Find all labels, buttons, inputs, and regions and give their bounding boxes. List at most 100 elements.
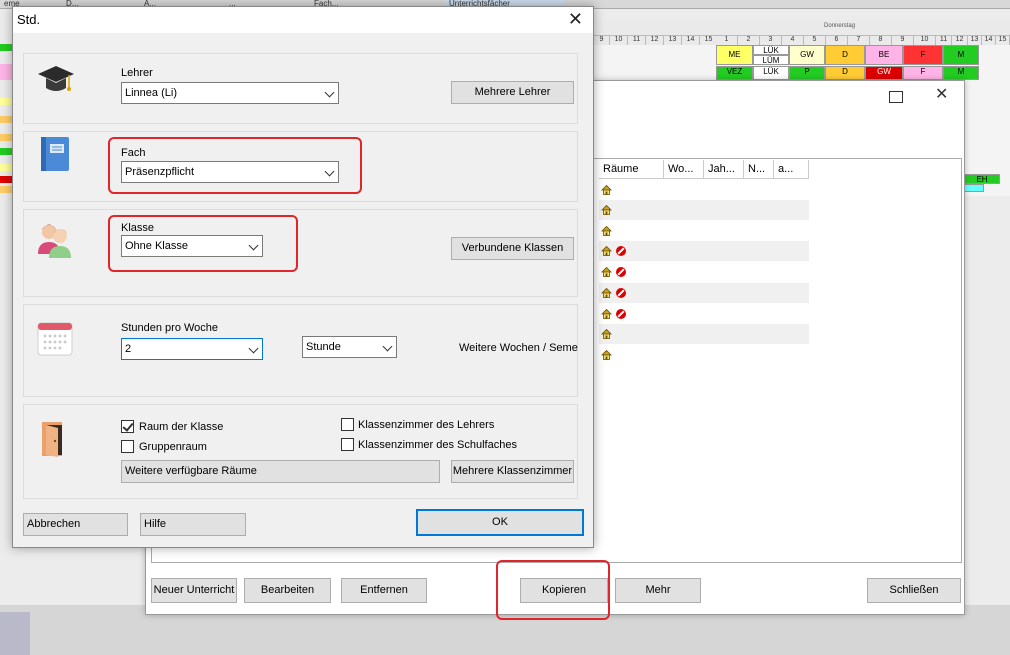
hours-value: 2 [125,343,132,355]
graduation-cap-icon [36,60,76,103]
house-icon [601,308,612,319]
teacher-label: Lehrer [121,67,153,79]
remove-button[interactable]: Entfernen [341,578,427,603]
house-icon [601,225,612,236]
bg-lesson-cell[interactable]: D [825,45,865,65]
bg-hour: 15 [996,36,1010,45]
subject-room-checkbox[interactable] [341,438,354,451]
bg-hour: 2 [738,36,760,45]
table-row[interactable] [599,345,809,365]
table-row[interactable] [599,180,809,200]
bg-lesson-cell[interactable]: VEZ [716,66,753,80]
more-rooms-button[interactable]: Weitere verfügbare Räume [121,460,440,483]
bg-lesson-cell[interactable]: M [943,45,979,65]
bg-hour: 1 [716,36,738,45]
column-header-rooms[interactable]: Räume [599,160,664,179]
door-icon [38,419,70,462]
column-header-n[interactable]: N... [744,160,774,179]
subject-room-label: Klassenzimmer des Schulfaches [358,439,517,451]
bg-lesson-cell[interactable]: F [903,66,943,80]
more-button[interactable]: Mehr [615,578,701,603]
house-icon [601,245,612,256]
house-icon [601,287,612,298]
unit-value: Stunde [306,341,341,353]
highlight-copy [496,560,610,620]
group-room-label: Gruppenraum [139,441,207,453]
chevron-down-icon [248,343,259,354]
teacher-group: Lehrer Linnea (Li) Mehrere Lehrer [23,53,578,124]
teacher-select[interactable]: Linnea (Li) [121,82,339,104]
teacher-value: Linnea (Li) [125,87,177,99]
table-row[interactable] [599,221,809,241]
bg-lesson-cell[interactable]: F [903,45,943,65]
highlight-class [108,215,298,272]
bg-lesson-cell[interactable]: GW [865,66,903,80]
unit-select[interactable]: Stunde [302,336,397,358]
class-room-checkbox[interactable] [121,420,134,433]
bg-hour: 13 [968,36,982,45]
bg-hour: 11 [628,36,646,45]
dialog-titlebar[interactable]: Std. ✕ [13,7,593,33]
lesson-dialog: Std. ✕ Lehrer Linnea (Li) Mehrere Lehrer… [12,6,594,548]
maximize-icon[interactable] [889,91,903,103]
bg-hour: 14 [982,36,996,45]
blocked-icon [616,267,626,277]
multiple-rooms-button[interactable]: Mehrere Klassenzimmer [451,460,574,483]
bg-hour: 4 [782,36,804,45]
bg-hour: 8 [870,36,892,45]
more-weeks-link[interactable]: Weitere Wochen / Seme [459,342,578,354]
bg-hour: 10 [914,36,936,45]
bg-lesson-cell[interactable]: LÜK [753,66,789,80]
bg-hour: 6 [826,36,848,45]
teacher-room-label: Klassenzimmer des Lehrers [358,419,495,431]
bg-hour: 7 [848,36,870,45]
bg-lesson-cell[interactable]: LÜM [753,55,789,65]
chevron-down-icon [382,341,393,352]
bg-lesson-cell[interactable]: BE [865,45,903,65]
close-button[interactable]: Schließen [867,578,961,603]
linked-classes-button[interactable]: Verbundene Klassen [451,237,574,260]
bg-hour: 12 [646,36,664,45]
group-room-checkbox[interactable] [121,440,134,453]
cancel-button[interactable]: Abbrechen [23,513,128,536]
house-icon [601,266,612,277]
edit-button[interactable]: Bearbeiten [244,578,331,603]
blocked-icon [616,288,626,298]
table-row[interactable] [599,304,809,324]
ok-button[interactable]: OK [416,509,584,536]
multiple-teachers-button[interactable]: Mehrere Lehrer [451,81,574,104]
column-header-a[interactable]: a... [774,160,809,179]
hours-group: Stunden pro Woche 2 Stunde Weitere Woche… [23,304,578,397]
table-row[interactable] [599,324,809,344]
house-icon [601,184,612,195]
bg-lesson-cell[interactable]: D [825,66,865,80]
close-icon[interactable]: ✕ [568,9,583,30]
bg-lesson-cell[interactable]: ME [716,45,753,65]
bg-hour: 9 [892,36,914,45]
help-button[interactable]: Hilfe [140,513,246,536]
table-row[interactable] [599,262,809,282]
bg-lesson-cell[interactable]: LÜK [753,45,789,55]
hours-label: Stunden pro Woche [121,322,219,334]
teacher-room-checkbox[interactable] [341,418,354,431]
bg-bottom-strip [0,612,30,655]
close-icon[interactable]: ✕ [935,84,948,104]
bg-hour: 14 [682,36,700,45]
bg-lesson-cell[interactable]: GW [789,45,825,65]
column-header-year[interactable]: Jah... [704,160,744,179]
bg-lesson-cell[interactable]: EH [964,174,1000,184]
hours-per-week-input[interactable]: 2 [121,338,263,360]
bg-lesson-cell[interactable]: P [789,66,825,80]
class-room-label: Raum der Klasse [139,421,224,433]
table-row[interactable] [599,283,809,303]
blocked-icon [616,246,626,256]
new-lesson-button[interactable]: Neuer Unterricht [151,578,237,603]
bg-hour: 10 [610,36,628,45]
table-row[interactable] [599,200,809,220]
column-header-weeks[interactable]: Wo... [664,160,704,179]
blocked-icon [616,309,626,319]
bg-hour: 5 [804,36,826,45]
bg-lesson-cell[interactable]: M [943,66,979,80]
table-row[interactable] [599,241,809,261]
bg-lesson-cell[interactable] [964,184,984,192]
